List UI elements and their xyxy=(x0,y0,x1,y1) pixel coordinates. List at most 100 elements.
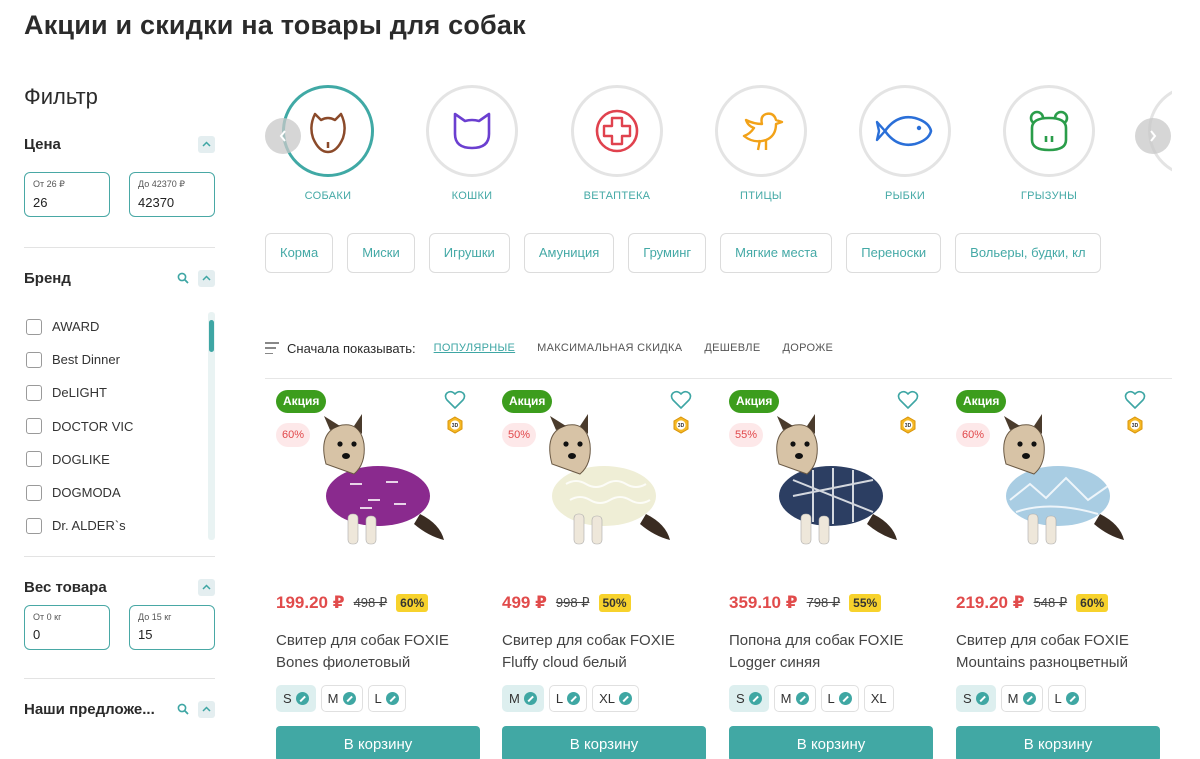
size-label: S xyxy=(963,691,972,706)
product-image[interactable] xyxy=(970,404,1140,554)
brand-item[interactable]: DeLIGHT xyxy=(24,376,215,409)
product-name[interactable]: Свитер для собак FOXIE Bones фиолетовый xyxy=(276,630,481,674)
offers-collapse-button[interactable] xyxy=(198,700,215,718)
add-to-cart-button[interactable]: В корзину xyxy=(729,726,933,759)
subcategory-chip[interactable]: Корма xyxy=(265,233,334,273)
category-birds[interactable]: ПТИЦЫ xyxy=(706,85,816,202)
sort-option-expensive[interactable]: ДОРОЖЕ xyxy=(782,342,833,354)
price-to-label: До 42370 ₽ xyxy=(138,179,185,189)
subcategory-chip[interactable]: Вольеры, будки, кл xyxy=(955,233,1101,273)
size-option[interactable]: M xyxy=(773,685,816,712)
size-guide-icon xyxy=(795,692,809,705)
subcategory-chips: Корма Миски Игрушки Амуниция Груминг Мягкие м… xyxy=(265,233,1172,275)
add-to-cart-button[interactable]: В корзину xyxy=(502,726,706,759)
price-to-field[interactable]: До 42370 ₽ xyxy=(129,172,215,217)
brand-checkbox[interactable] xyxy=(26,418,42,435)
size-label: L xyxy=(555,691,564,706)
size-option[interactable]: L xyxy=(548,685,588,712)
size-guide-icon xyxy=(1065,692,1079,705)
brand-item[interactable]: DOGLIKE xyxy=(24,443,215,476)
subcategory-chip[interactable]: Миски xyxy=(347,233,415,273)
product-card[interactable]: Акция 55% 3D 359.10 ₽ 798 ₽ 55% Попона д… xyxy=(723,388,933,759)
brand-item[interactable]: DOCTOR VIC xyxy=(24,410,215,443)
brand-item[interactable]: Dr. ALDER`s xyxy=(24,509,215,542)
brand-checkbox[interactable] xyxy=(26,384,42,401)
product-name[interactable]: Свитер для собак FOXIE Fluffy cloud белы… xyxy=(502,630,707,674)
size-guide-icon xyxy=(838,692,852,705)
category-label: КОШКИ xyxy=(451,190,493,202)
weight-to-input[interactable] xyxy=(138,627,206,642)
size-option[interactable]: S xyxy=(956,685,996,712)
brand-search-icon[interactable] xyxy=(176,271,190,285)
product-name[interactable]: Свитер для собак FOXIE Mountains разноцв… xyxy=(956,630,1161,674)
chevron-up-icon xyxy=(202,275,211,281)
size-option[interactable]: S xyxy=(729,685,769,712)
category-pharmacy[interactable]: ВЕТАПТЕКА xyxy=(562,85,672,202)
size-option[interactable]: M xyxy=(320,685,363,712)
size-label: S xyxy=(283,691,292,706)
brand-checkbox[interactable] xyxy=(26,484,42,501)
price-old: 498 ₽ xyxy=(353,595,388,610)
size-label: L xyxy=(374,691,382,706)
weight-from-input[interactable] xyxy=(33,627,101,642)
add-to-cart-button[interactable]: В корзину xyxy=(276,726,480,759)
size-option[interactable]: S xyxy=(276,685,316,712)
price-to-input[interactable] xyxy=(138,195,206,210)
brand-collapse-button[interactable] xyxy=(198,269,215,287)
weight-to-field[interactable]: До 15 кг xyxy=(129,605,215,650)
brand-item[interactable]: DOGMODA xyxy=(24,476,215,509)
size-guide-icon xyxy=(523,692,537,705)
size-option[interactable]: XL xyxy=(592,685,639,712)
size-option[interactable]: M xyxy=(1000,685,1043,712)
size-option[interactable]: XL xyxy=(863,685,894,712)
brand-checkbox[interactable] xyxy=(26,517,42,534)
carousel-prev-button[interactable] xyxy=(265,118,301,154)
weight-from-field[interactable]: От 0 кг xyxy=(24,605,110,650)
divider xyxy=(24,678,215,679)
subcategory-chip[interactable]: Груминг xyxy=(628,233,707,273)
subcategory-chip[interactable]: Амуниция xyxy=(523,233,615,273)
size-option[interactable]: L xyxy=(367,685,406,712)
brand-scrollbar[interactable] xyxy=(208,312,215,540)
offers-filter-title: Наши предложе... xyxy=(24,700,155,718)
price-old: 548 ₽ xyxy=(1033,595,1068,610)
product-card[interactable]: Акция 60% 3D 219.20 ₽ 548 ₽ 60% Свитер д… xyxy=(950,388,1160,759)
offers-search-icon[interactable] xyxy=(176,702,190,716)
sort-bar: Сначала показывать: ПОПУЛЯРНЫЕ МАКСИМАЛЬ… xyxy=(265,338,855,358)
carousel-next-button[interactable] xyxy=(1135,118,1171,154)
sort-option-popular[interactable]: ПОПУЛЯРНЫЕ xyxy=(434,342,516,354)
brand-label: DOGLIKE xyxy=(52,451,110,467)
subcategory-chip[interactable]: Переноски xyxy=(846,233,942,273)
product-card[interactable]: Акция 50% 3D 499 ₽ 998 ₽ 50% Свитер для … xyxy=(496,388,706,759)
subcategory-chip[interactable]: Мягкие места xyxy=(720,233,833,273)
add-to-cart-button[interactable]: В корзину xyxy=(956,726,1160,759)
size-option[interactable]: L xyxy=(820,685,859,712)
subcategory-chip[interactable]: Игрушки xyxy=(428,233,510,273)
brand-checkbox[interactable] xyxy=(26,318,42,335)
price-row: 219.20 ₽ 548 ₽ 60% xyxy=(956,593,1109,613)
product-name[interactable]: Попона для собак FOXIE Logger синяя xyxy=(729,630,934,674)
product-image[interactable] xyxy=(743,404,913,554)
scrollbar-thumb[interactable] xyxy=(209,320,214,352)
weight-collapse-button[interactable] xyxy=(198,578,215,596)
category-fish[interactable]: РЫБКИ xyxy=(850,85,960,202)
product-card[interactable]: Акция 60% 3D 199.20 ₽ 498 ₽ 60% Свитер д… xyxy=(270,388,480,759)
brand-item[interactable]: Best Dinner xyxy=(24,343,215,376)
product-image[interactable] xyxy=(516,404,686,554)
chevron-up-icon xyxy=(202,706,211,712)
size-option[interactable]: M xyxy=(502,685,544,712)
price-from-input[interactable] xyxy=(33,195,101,210)
sort-option-max-discount[interactable]: МАКСИМАЛЬНАЯ СКИДКА xyxy=(537,342,682,354)
price-from-field[interactable]: От 26 ₽ xyxy=(24,172,110,217)
size-option[interactable]: L xyxy=(1047,685,1086,712)
category-cats[interactable]: КОШКИ xyxy=(417,85,527,202)
price-collapse-button[interactable] xyxy=(198,135,215,153)
category-rodents[interactable]: ГРЫЗУНЫ xyxy=(994,85,1104,202)
brand-checkbox[interactable] xyxy=(26,351,42,368)
brand-label: DOGMODA xyxy=(52,485,121,501)
product-image[interactable] xyxy=(290,404,460,554)
sort-option-cheaper[interactable]: ДЕШЕВЛЕ xyxy=(704,342,760,354)
brand-checkbox[interactable] xyxy=(26,451,42,468)
size-label: L xyxy=(827,691,835,706)
brand-item[interactable]: AWARD xyxy=(24,310,215,343)
